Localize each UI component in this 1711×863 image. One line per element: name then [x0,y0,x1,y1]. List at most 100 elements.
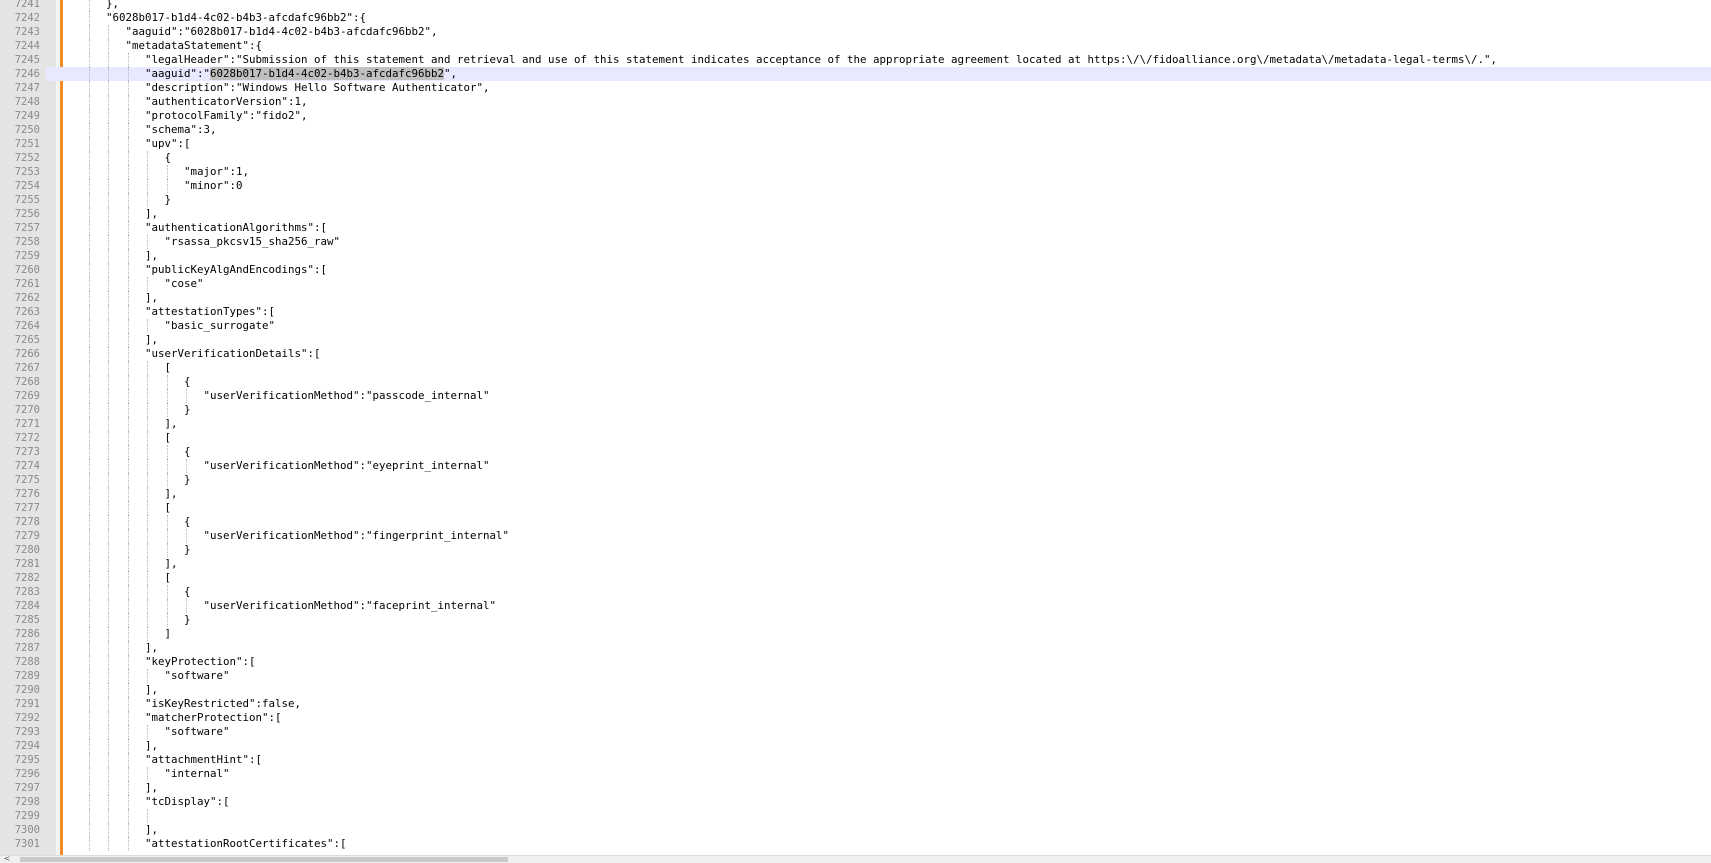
line-text[interactable]: "cose" [165,277,204,291]
line-text[interactable]: }, [106,0,119,11]
code-line[interactable]: 7301 "attestationRootCertificates":[ [0,837,1711,851]
line-text[interactable]: "userVerificationMethod":"passcode_inter… [204,389,490,403]
code-line[interactable]: 7265], [0,333,1711,347]
line-text[interactable]: "protocolFamily":"fido2", [145,109,308,123]
line-text[interactable]: "attachmentHint":[ [145,753,262,767]
line-text[interactable]: [ [165,361,172,375]
line-text[interactable]: "minor":0 [184,179,243,193]
code-line[interactable]: 7285} [0,613,1711,627]
code-line[interactable]: 7249 "protocolFamily":"fido2", [0,109,1711,123]
code-line[interactable]: 7268 { [0,375,1711,389]
code-line[interactable]: 7256], [0,207,1711,221]
line-text[interactable]: ], [145,683,158,697]
line-text[interactable]: "userVerificationMethod":"fingerprint_in… [204,529,510,543]
line-text[interactable]: ], [145,823,158,837]
code-line[interactable]: 7244 "metadataStatement":{ [0,39,1711,53]
horizontal-scroll-thumb[interactable] [20,857,508,862]
line-text[interactable]: "aaguid":"6028b017-b1d4-4c02-b4b3-afcdaf… [126,25,438,39]
code-line[interactable]: 7250 "schema":3, [0,123,1711,137]
line-text[interactable]: "6028b017-b1d4-4c02-b4b3-afcdafc96bb2":{ [106,11,366,25]
line-text[interactable]: ], [165,417,178,431]
code-line[interactable]: 7242 "6028b017-b1d4-4c02-b4b3-afcdafc96bb… [0,11,1711,25]
code-line[interactable]: 7243 "aaguid":"6028b017-b1d4-4c02-b4b3-af… [0,25,1711,39]
line-text[interactable]: } [184,543,191,557]
line-text[interactable]: { [184,585,191,599]
line-text[interactable]: { [184,375,191,389]
code-line[interactable]: 7269 "userVerificationMethod":"passcode_i… [0,389,1711,403]
selected-text[interactable]: 6028b017-b1d4-4c02-b4b3-afcdafc96bb2 [210,67,445,80]
code-line[interactable]: 7289 "software" [0,669,1711,683]
line-text[interactable]: ], [145,249,158,263]
code-line[interactable]: 7272 [ [0,431,1711,445]
line-text[interactable]: "isKeyRestricted":false, [145,697,301,711]
code-line[interactable]: 7281], [0,557,1711,571]
code-line[interactable]: 7298 "tcDisplay":[ [0,795,1711,809]
line-text[interactable]: "tcDisplay":[ [145,795,230,809]
code-line[interactable]: 7241}, [0,0,1711,11]
line-text[interactable]: "publicKeyAlgAndEncodings":[ [145,263,327,277]
line-text[interactable]: "software" [165,669,230,683]
line-text[interactable]: "keyProtection":[ [145,655,256,669]
code-line[interactable]: 7288 "keyProtection":[ [0,655,1711,669]
code-line[interactable]: 7252 { [0,151,1711,165]
line-text[interactable]: "upv":[ [145,137,191,151]
code-line[interactable]: 7297], [0,781,1711,795]
line-text[interactable]: ], [145,207,158,221]
code-line[interactable]: 7271], [0,417,1711,431]
line-text[interactable]: "attestationTypes":[ [145,305,275,319]
line-text[interactable]: "internal" [165,767,230,781]
code-line[interactable]: 7296 "internal" [0,767,1711,781]
code-editor[interactable]: 7241}, 7242 "6028b017-b1d4-4c02-b4b3-afcda… [0,0,1711,855]
line-text[interactable]: ] [165,627,172,641]
line-text[interactable]: "userVerificationDetails":[ [145,347,321,361]
line-text[interactable]: [ [165,501,172,515]
line-text[interactable]: ], [145,291,158,305]
line-text[interactable]: [ [165,571,172,585]
line-text[interactable]: "authenticationAlgorithms":[ [145,221,327,235]
line-text[interactable]: "software" [165,725,230,739]
code-line[interactable]: 7261 "cose" [0,277,1711,291]
code-line[interactable]: 7294], [0,739,1711,753]
code-line[interactable]: 7266 "userVerificationDetails":[ [0,347,1711,361]
line-text[interactable]: ], [145,641,158,655]
code-line[interactable]: 7287], [0,641,1711,655]
code-line[interactable]: 7254 "minor":0 [0,179,1711,193]
code-line[interactable]: 7274 "userVerificationMethod":"eyeprint_i… [0,459,1711,473]
code-line[interactable]: 7258 "rsassa_pkcsv15_sha256_raw" [0,235,1711,249]
line-text[interactable]: } [184,613,191,627]
line-text[interactable]: "major":1, [184,165,249,179]
line-text[interactable]: "metadataStatement":{ [126,39,263,53]
code-line[interactable]: 7284 "userVerificationMethod":"faceprint_… [0,599,1711,613]
code-line[interactable]: 7277 [ [0,501,1711,515]
code-line-current[interactable]: 7246 "aaguid":"6028b017-b1d4-4c02-b4b3-af… [0,67,1711,81]
code-line[interactable]: 7255} [0,193,1711,207]
line-text[interactable]: } [184,473,191,487]
code-line[interactable]: 7247 "description":"Windows Hello Softwar… [0,81,1711,95]
code-line[interactable]: 7290], [0,683,1711,697]
line-text[interactable]: "rsassa_pkcsv15_sha256_raw" [165,235,341,249]
code-line[interactable]: 7278 { [0,515,1711,529]
code-line[interactable]: 7264 "basic_surrogate" [0,319,1711,333]
code-line[interactable]: 7267 [ [0,361,1711,375]
line-text[interactable]: ], [145,781,158,795]
code-line[interactable]: 7263 "attestationTypes":[ [0,305,1711,319]
line-text[interactable]: "userVerificationMethod":"eyeprint_inter… [204,459,490,473]
code-line[interactable]: 7282 [ [0,571,1711,585]
code-line[interactable]: 7253 "major":1, [0,165,1711,179]
code-line[interactable]: 7279 "userVerificationMethod":"fingerprin… [0,529,1711,543]
line-text[interactable]: "authenticatorVersion":1, [145,95,308,109]
code-line[interactable]: 7248 "authenticatorVersion":1, [0,95,1711,109]
code-line[interactable]: 7293 "software" [0,725,1711,739]
code-line[interactable]: 7292 "matcherProtection":[ [0,711,1711,725]
line-text[interactable]: ], [165,487,178,501]
code-line[interactable]: 7262], [0,291,1711,305]
line-text[interactable]: [ [165,431,172,445]
line-text[interactable]: "description":"Windows Hello Software Au… [145,81,490,95]
line-text[interactable]: ], [145,333,158,347]
code-line[interactable]: 7280} [0,543,1711,557]
code-line[interactable]: 7275} [0,473,1711,487]
line-text[interactable]: "legalHeader":"Submission of this statem… [145,53,1497,67]
code-line[interactable]: 7286] [0,627,1711,641]
code-line[interactable]: 7259], [0,249,1711,263]
code-line[interactable]: 7273 { [0,445,1711,459]
